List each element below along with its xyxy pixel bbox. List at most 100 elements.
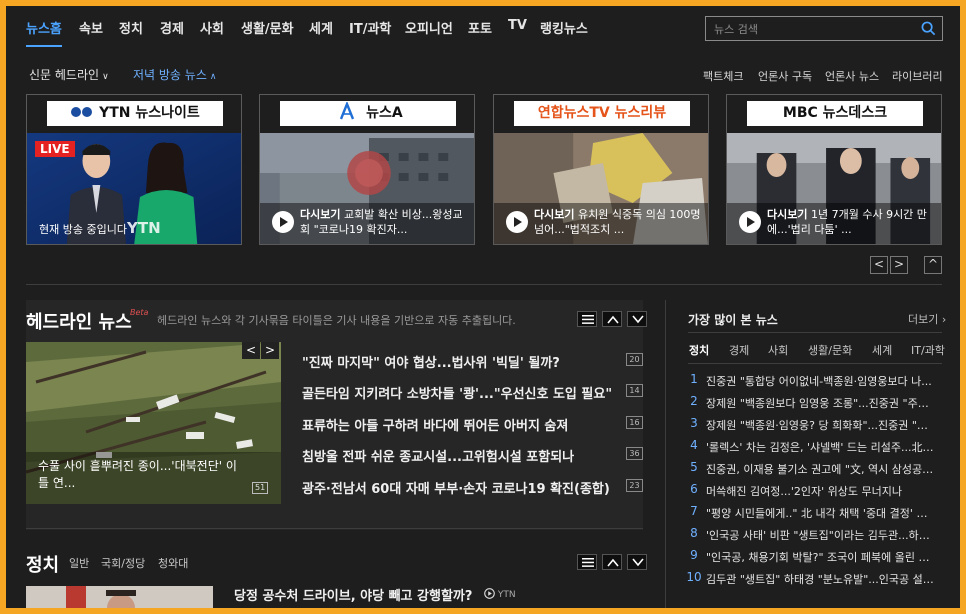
chevron-up-icon bbox=[607, 315, 619, 324]
most-viewed-item[interactable]: '롤렉스' 차는 김정은, '샤넬백' 드는 리설주...北의 ... bbox=[706, 439, 934, 455]
mv-tab-society[interactable]: 사회 bbox=[768, 342, 788, 358]
nav-tv[interactable]: TV bbox=[508, 18, 527, 33]
headline-item[interactable]: "진짜 마지막" 여야 협상...법사위 '빅딜' 될까? bbox=[302, 352, 622, 371]
politician-image bbox=[26, 586, 213, 608]
card-logo-bar: MBC 뉴스데스크 bbox=[727, 95, 941, 133]
move-up-button[interactable] bbox=[602, 311, 622, 327]
channel-a-logo: 뉴스A bbox=[280, 100, 456, 126]
article-count-badge[interactable]: 14 bbox=[626, 384, 643, 397]
list-view-button[interactable] bbox=[577, 554, 597, 570]
play-circle-icon bbox=[484, 588, 495, 599]
mv-tab-life-culture[interactable]: 생활/문화 bbox=[808, 342, 852, 358]
top-nav: 뉴스홈 속보 정치 경제 사회 생활/문화 세계 IT/과학 오피니언 포토 T… bbox=[6, 6, 960, 47]
dropdown-label: 저녁 방송 뉴스 bbox=[133, 68, 207, 82]
ytn-watermark: YTN bbox=[127, 219, 161, 237]
link-press-subscribe[interactable]: 언론사 구독 bbox=[758, 68, 812, 84]
most-viewed-item[interactable]: 김두관 "생트집" 하태경 "분노유발"...인국공 설전... bbox=[706, 571, 934, 587]
politics-title: 정치 bbox=[26, 555, 60, 576]
nav-life-culture[interactable]: 생활/문화 bbox=[241, 18, 294, 37]
evening-news-dropdown[interactable]: 저녁 방송 뉴스 ∧ bbox=[133, 66, 216, 83]
most-viewed-item[interactable]: 장제원 "백종원·임영웅? 당 희화화"...진중권 "정신... bbox=[706, 417, 934, 433]
carousel-prev-button[interactable]: < bbox=[870, 256, 888, 274]
most-viewed-item[interactable]: '인국공 사태' 비판 "생트집"이라는 김두관...하태... bbox=[706, 527, 934, 543]
play-icon[interactable] bbox=[272, 211, 294, 233]
broadcast-card-yonhap[interactable]: 연합뉴스TV 뉴스리뷰 다시보기 유치원 식중독 의심 100명 넘어..."법… bbox=[493, 94, 709, 245]
list-view-button[interactable] bbox=[577, 311, 597, 327]
politics-headline[interactable]: 당정 공수처 드라이브, 야당 빼고 강행할까? bbox=[234, 585, 472, 604]
rank-number: 1 bbox=[690, 372, 698, 386]
headline-item[interactable]: 표류하는 아들 구하려 바다에 뛰어든 아버지 숨져 bbox=[302, 415, 622, 434]
politics-photo[interactable] bbox=[26, 586, 213, 608]
photo-article-count: 51 bbox=[252, 482, 269, 494]
photo-caption: 수풀 사이 흩뿌려진 종이...'대북전단' 이틀 연... bbox=[38, 459, 237, 490]
most-viewed-item[interactable]: 진중권, 이재용 불기소 권고에 "文, 역시 삼성공화... bbox=[706, 461, 934, 477]
link-library[interactable]: 라이브러리 bbox=[892, 68, 943, 84]
tab-politics-assembly[interactable]: 국회/정당 bbox=[101, 555, 145, 571]
broadcast-card-channel-a[interactable]: 뉴스A 다시보기 교회발 확산 비상...왕성교회 "코로나19 확진자... bbox=[259, 94, 475, 245]
photo-next-button[interactable]: > bbox=[261, 342, 279, 359]
headline-item[interactable]: 침방울 전파 쉬운 종교시설...고위험시설 포함되나 bbox=[302, 446, 622, 465]
move-down-button[interactable] bbox=[627, 554, 647, 570]
article-count-badge[interactable]: 23 bbox=[626, 479, 643, 492]
nav-ranking[interactable]: 랭킹뉴스 bbox=[540, 18, 588, 37]
chevron-down-icon bbox=[632, 315, 644, 324]
browser-viewport: 뉴스홈 속보 정치 경제 사회 생활/문화 세계 IT/과학 오피니언 포토 T… bbox=[6, 6, 960, 608]
nav-economy[interactable]: 경제 bbox=[160, 18, 184, 37]
nav-politics[interactable]: 정치 bbox=[119, 18, 143, 37]
search-icon[interactable] bbox=[921, 21, 936, 36]
most-viewed-item[interactable]: 진중권 "통합당 어이없네-백종원·임영웅보다 나... bbox=[706, 373, 934, 389]
video-source[interactable]: YTN bbox=[484, 588, 516, 600]
link-factcheck[interactable]: 팩트체크 bbox=[703, 68, 743, 84]
carousel-collapse-button[interactable]: ^ bbox=[924, 256, 942, 274]
headline-description: 헤드라인 뉴스와 각 기사묶음 타이틀은 기사 내용을 기반으로 자동 추출됩니… bbox=[157, 314, 516, 327]
section-divider bbox=[688, 332, 942, 333]
most-viewed-item[interactable]: 장제원 "백종원보다 임영웅 조롱"...진중권 "주제 ... bbox=[706, 395, 934, 411]
mv-tab-economy[interactable]: 경제 bbox=[729, 342, 749, 358]
rank-number: 3 bbox=[690, 416, 698, 430]
carousel-next-button[interactable]: > bbox=[890, 256, 908, 274]
headline-photo[interactable]: 수풀 사이 흩뿌려진 종이...'대북전단' 이틀 연... 51 bbox=[26, 342, 281, 504]
ytn-logo: YTN 뉴스나이트 bbox=[47, 101, 223, 126]
newspaper-headline-dropdown[interactable]: 신문 헤드라인 ∨ bbox=[29, 66, 109, 83]
article-count-badge[interactable]: 36 bbox=[626, 447, 643, 460]
article-count-badge[interactable]: 16 bbox=[626, 416, 643, 429]
tab-politics-general[interactable]: 일반 bbox=[69, 555, 89, 571]
nav-society[interactable]: 사회 bbox=[200, 18, 224, 37]
most-viewed-item[interactable]: "인국공, 채용기회 박탈?" 조국이 페북에 올린 사진 bbox=[706, 549, 934, 565]
section-divider bbox=[26, 528, 643, 529]
nav-photo[interactable]: 포토 bbox=[468, 18, 492, 37]
mv-tab-world[interactable]: 세계 bbox=[872, 342, 892, 358]
mv-tab-it-science[interactable]: IT/과학 bbox=[911, 342, 945, 358]
nav-news-home[interactable]: 뉴스홈 bbox=[26, 18, 62, 47]
tab-politics-bluehouse[interactable]: 청와대 bbox=[158, 555, 188, 571]
move-up-button[interactable] bbox=[602, 554, 622, 570]
chevron-up-icon: ∧ bbox=[209, 72, 217, 82]
rank-number: 4 bbox=[690, 438, 698, 452]
article-count-badge[interactable]: 20 bbox=[626, 353, 643, 366]
most-viewed-item[interactable]: 머쓱해진 김여정...'2인자' 위상도 무너지나 bbox=[706, 483, 934, 499]
column-divider bbox=[665, 300, 666, 608]
nav-opinion[interactable]: 오피니언 bbox=[405, 18, 453, 37]
photo-prev-button[interactable]: < bbox=[242, 342, 260, 359]
broadcast-card-mbc[interactable]: MBC 뉴스데스크 다시보기 1년 7개월 수사 9시간 만에...'법리 다툼… bbox=[726, 94, 942, 245]
play-icon[interactable] bbox=[739, 211, 761, 233]
move-down-button[interactable] bbox=[627, 311, 647, 327]
search-input[interactable] bbox=[714, 20, 914, 38]
headline-item[interactable]: 광주·전남서 60대 자매 부부·손자 코로나19 확진(종합) bbox=[302, 478, 622, 497]
nav-it-science[interactable]: IT/과학 bbox=[349, 18, 391, 37]
most-viewed-item[interactable]: "평양 시민들에게.." 北 내각 채택 '중대 결정' 내... bbox=[706, 505, 934, 521]
broadcast-card-ytn[interactable]: YTN 뉴스나이트 LIVE 현재 방송 중입니다 YTN bbox=[26, 94, 242, 245]
link-press-news[interactable]: 언론사 뉴스 bbox=[825, 68, 879, 84]
most-viewed-more-link[interactable]: 더보기 › bbox=[908, 311, 946, 327]
nav-world[interactable]: 세계 bbox=[309, 18, 333, 37]
ytn-dots-icon bbox=[71, 107, 93, 117]
headline-item[interactable]: 골든타임 지키려다 소방차들 '쾅'..."우선신호 도입 필요" bbox=[302, 383, 622, 402]
play-icon[interactable] bbox=[506, 211, 528, 233]
mv-tab-politics[interactable]: 정치 bbox=[689, 342, 709, 358]
beta-badge: Beta bbox=[130, 308, 149, 317]
nav-breaking[interactable]: 속보 bbox=[79, 18, 103, 37]
chevron-right-icon: › bbox=[941, 313, 947, 326]
chevron-up-icon bbox=[607, 558, 619, 567]
menu-icon bbox=[582, 558, 594, 567]
rank-number: 2 bbox=[690, 394, 698, 408]
